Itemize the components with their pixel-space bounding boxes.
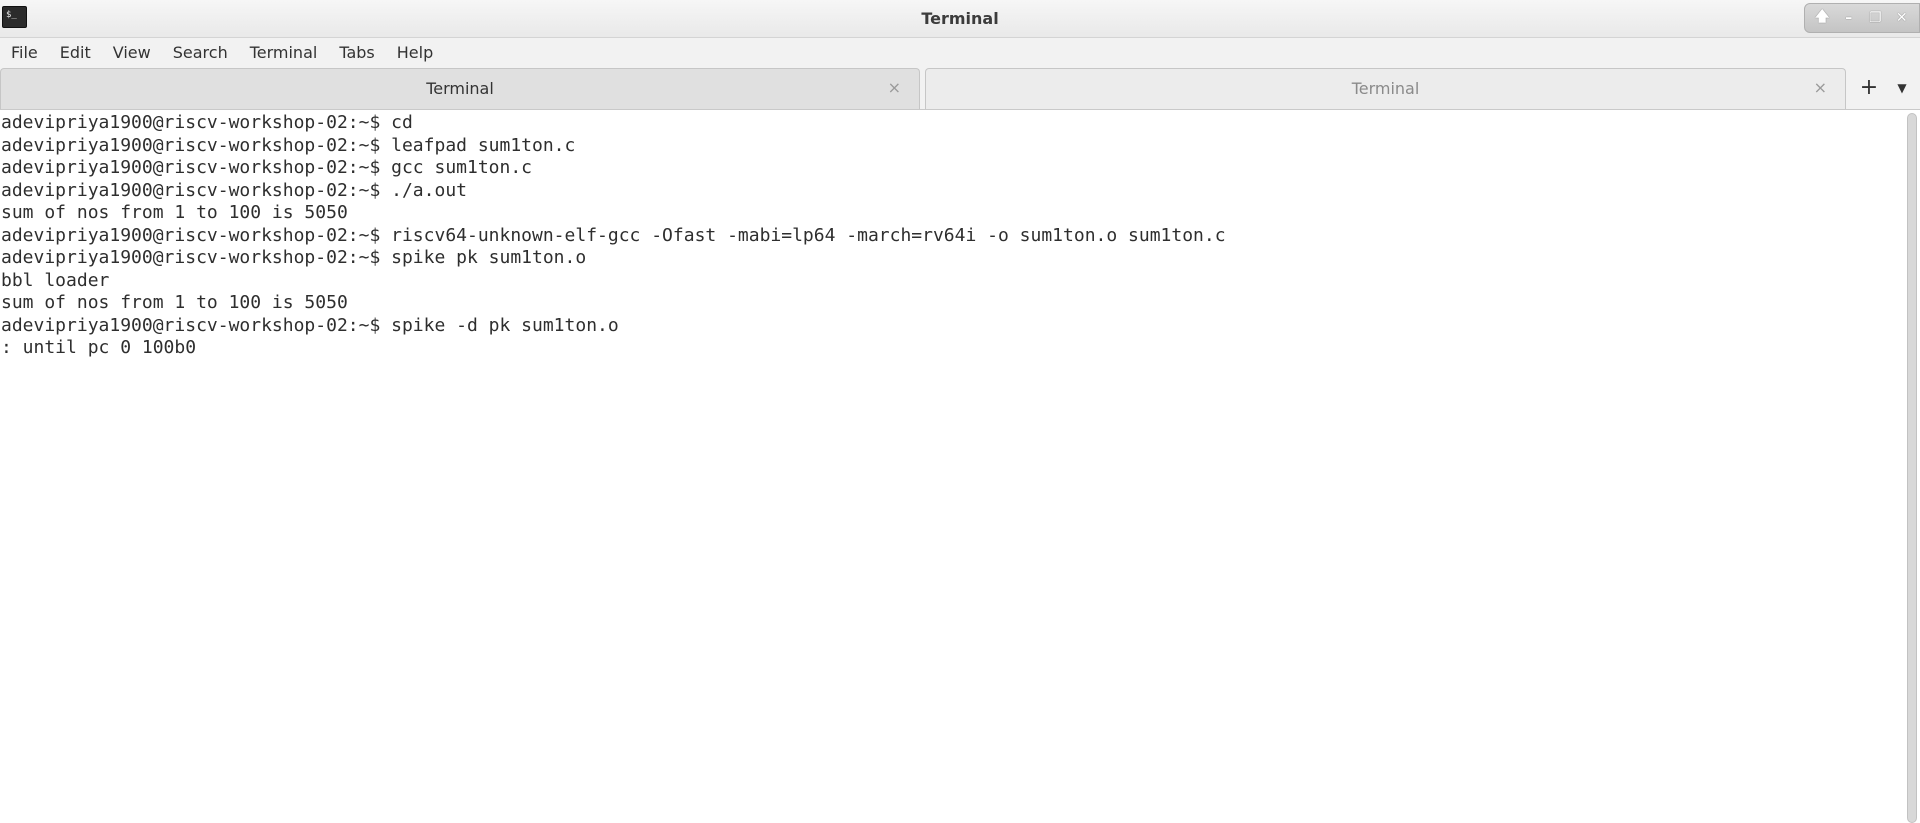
terminal-window: $_ Terminal 🡅 – ❐ ✕ File Edit View Searc… [0, 0, 1920, 823]
window-title: Terminal [921, 9, 999, 28]
terminal-line: sum of nos from 1 to 100 is 5050 [1, 202, 348, 223]
menu-search[interactable]: Search [162, 38, 239, 68]
terminal-line: adevipriya1900@riscv-workshop-02:~$ cd [1, 112, 413, 133]
menu-help[interactable]: Help [386, 38, 444, 68]
terminal-output[interactable]: adevipriya1900@riscv-workshop-02:~$ cd ad… [0, 110, 1904, 823]
restore-icon[interactable]: ❐ [1864, 7, 1886, 29]
tab-terminal-1[interactable]: Terminal × [0, 68, 920, 109]
terminal-line: adevipriya1900@riscv-workshop-02:~$ gcc … [1, 157, 533, 178]
tab-list-dropdown-icon[interactable]: ▼ [1890, 74, 1914, 102]
menu-tabs[interactable]: Tabs [328, 38, 385, 68]
terminal-line: adevipriya1900@riscv-workshop-02:~$ ./a.… [1, 179, 467, 201]
title-bar[interactable]: $_ Terminal 🡅 – ❐ ✕ [0, 0, 1920, 38]
menu-edit[interactable]: Edit [49, 38, 102, 68]
tab-terminal-2[interactable]: Terminal × [925, 68, 1846, 109]
tab-label: Terminal [426, 79, 494, 98]
tab-close-icon[interactable]: × [888, 78, 901, 97]
terminal-line: sum of nos from 1 to 100 is 5050 [1, 292, 348, 313]
terminal-line: adevipriya1900@riscv-workshop-02:~$ leaf… [1, 134, 576, 156]
menu-view[interactable]: View [102, 38, 162, 68]
tab-close-icon[interactable]: × [1814, 78, 1827, 97]
terminal-line: adevipriya1900@riscv-workshop-02:~$ risc… [1, 224, 1226, 246]
tab-bar: Terminal × Terminal × + ▼ [0, 68, 1920, 110]
new-tab-icon[interactable]: + [1857, 74, 1881, 102]
menu-terminal[interactable]: Terminal [239, 38, 329, 68]
menu-bar: File Edit View Search Terminal Tabs Help [0, 38, 1920, 68]
shade-up-icon[interactable]: 🡅 [1811, 7, 1833, 29]
scrollbar-thumb[interactable] [1907, 113, 1917, 823]
vertical-scrollbar[interactable] [1904, 110, 1920, 823]
window-controls: 🡅 – ❐ ✕ [1804, 3, 1920, 33]
menu-file[interactable]: File [0, 38, 49, 68]
tab-label: Terminal [1351, 79, 1420, 98]
terminal-line: adevipriya1900@riscv-workshop-02:~$ spik… [1, 314, 619, 336]
terminal-line: adevipriya1900@riscv-workshop-02:~$ spik… [1, 247, 587, 268]
terminal-text: adevipriya1900@riscv-workshop-02:~$ cd ad… [0, 110, 1904, 360]
minimize-icon[interactable]: – [1838, 7, 1860, 29]
terminal-line: bbl loader [1, 269, 110, 291]
terminal-line: : until pc 0 100b0 [1, 337, 197, 358]
close-icon[interactable]: ✕ [1891, 7, 1913, 29]
